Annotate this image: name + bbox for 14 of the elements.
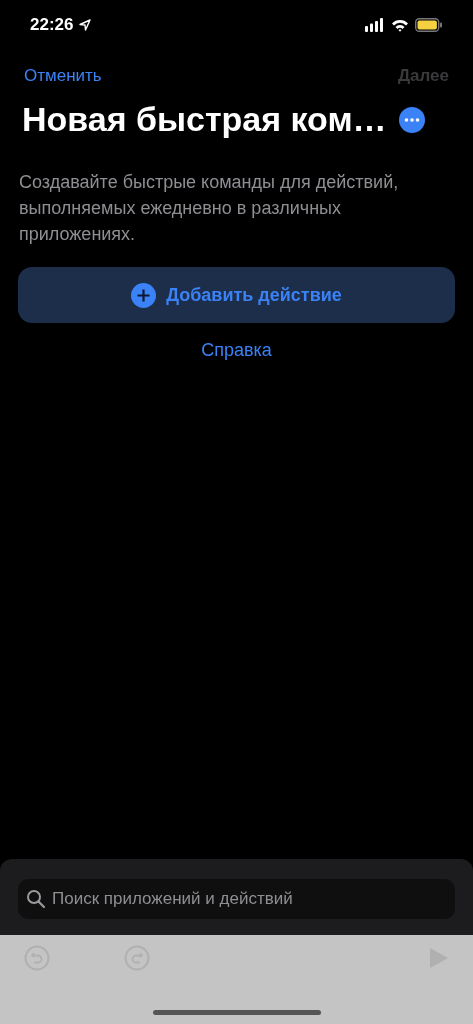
status-time: 22:26 bbox=[30, 15, 74, 35]
shortcut-title: Новая быстрая ком… bbox=[22, 100, 387, 139]
location-arrow-icon bbox=[79, 19, 92, 31]
description-text: Создавайте быстрые команды для действий, выполняемых ежедневно в различных приложениях. bbox=[18, 171, 400, 246]
plus-circle-icon bbox=[131, 282, 157, 308]
search-field[interactable]: Поиск приложений и действий bbox=[18, 879, 455, 919]
add-action-button[interactable]: Добавить действие bbox=[18, 267, 455, 323]
signal-icon bbox=[365, 18, 385, 32]
wifi-icon bbox=[391, 18, 409, 32]
battery-icon bbox=[415, 18, 443, 32]
more-icon[interactable] bbox=[398, 106, 425, 133]
cancel-button[interactable]: Отменить bbox=[24, 66, 102, 86]
help-link[interactable]: Справка bbox=[195, 339, 278, 362]
search-icon bbox=[26, 889, 46, 909]
